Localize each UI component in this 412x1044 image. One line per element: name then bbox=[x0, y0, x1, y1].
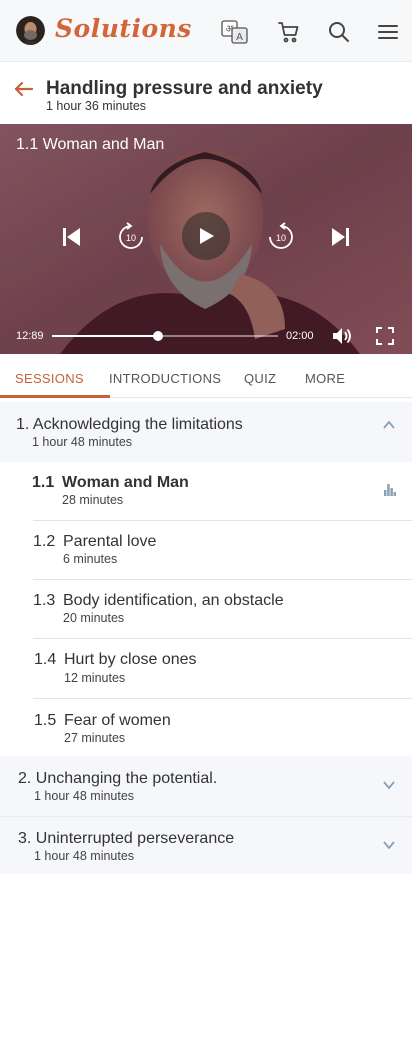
fullscreen-icon bbox=[376, 327, 394, 345]
rewind-seconds-label: 10 bbox=[126, 233, 136, 243]
play-icon bbox=[200, 228, 214, 244]
content-tabs: SESSIONS INTRODUCTIONS QUIZ MORE bbox=[0, 354, 412, 398]
session-title: Body identification, an obstacle bbox=[63, 592, 284, 609]
app-header: Solutions अ A bbox=[0, 0, 412, 62]
fullscreen-button[interactable] bbox=[374, 325, 396, 347]
skip-next-icon bbox=[332, 228, 349, 246]
chapter-duration: 1 hour 48 minutes bbox=[34, 849, 135, 863]
session-number: 1.5 bbox=[34, 712, 57, 729]
rewind-icon: 10 bbox=[119, 222, 143, 249]
chevron-down-icon[interactable] bbox=[382, 778, 396, 792]
session-duration: 6 minutes bbox=[63, 552, 118, 566]
forward-10-button[interactable]: 10 bbox=[266, 222, 296, 252]
course-header: Handling pressure and anxiety 1 hour 36 … bbox=[0, 62, 412, 124]
forward-seconds-label: 10 bbox=[276, 233, 286, 243]
chapter-duration: 1 hour 48 minutes bbox=[32, 435, 133, 449]
previous-track-button[interactable] bbox=[58, 224, 84, 250]
session-number: 1.4 bbox=[34, 651, 57, 668]
session-number: 1.1 bbox=[32, 474, 55, 491]
seek-bar-progress bbox=[52, 335, 159, 337]
search-icon[interactable] bbox=[325, 18, 353, 46]
remaining-time: 02:00 bbox=[286, 330, 314, 342]
chapter-title: 1. Acknowledging the limitations bbox=[16, 416, 243, 433]
chevron-down-icon[interactable] bbox=[382, 838, 396, 852]
chapter-title: 2. Unchanging the potential. bbox=[18, 770, 218, 787]
session-row[interactable]: 1.1 Woman and Man 28 minutes bbox=[0, 462, 412, 521]
session-duration: 27 minutes bbox=[64, 731, 126, 745]
play-button[interactable] bbox=[182, 212, 230, 260]
brand-logo[interactable]: Solutions bbox=[55, 14, 192, 43]
tab-quiz[interactable]: QUIZ bbox=[244, 354, 276, 398]
chevron-up-icon[interactable] bbox=[382, 418, 396, 432]
chapter-1-header[interactable]: 1. Acknowledging the limitations 1 hour … bbox=[0, 402, 412, 462]
chapter-duration: 1 hour 48 minutes bbox=[34, 789, 135, 803]
translate-icon[interactable]: अ A bbox=[221, 18, 249, 46]
tab-sessions[interactable]: SESSIONS bbox=[15, 354, 84, 398]
session-title: Hurt by close ones bbox=[64, 651, 197, 668]
menu-icon[interactable] bbox=[374, 18, 402, 46]
next-track-button[interactable] bbox=[328, 224, 354, 250]
session-row[interactable]: 1.5 Fear of women 27 minutes bbox=[0, 699, 412, 756]
current-time: 12:89 bbox=[16, 330, 44, 342]
tab-more[interactable]: MORE bbox=[305, 354, 345, 398]
session-duration: 28 minutes bbox=[62, 493, 124, 507]
svg-text:A: A bbox=[236, 32, 243, 43]
volume-icon bbox=[333, 328, 351, 344]
session-number: 1.2 bbox=[33, 533, 56, 550]
volume-button[interactable] bbox=[330, 324, 354, 348]
session-row[interactable]: 1.2 Parental love 6 minutes bbox=[0, 521, 412, 580]
seek-bar[interactable] bbox=[52, 331, 278, 341]
skip-previous-icon bbox=[63, 228, 80, 246]
chapter-title: 3. Uninterrupted perseverance bbox=[18, 830, 235, 847]
now-playing-bars-icon bbox=[384, 484, 396, 496]
session-title: Parental love bbox=[63, 533, 157, 550]
back-arrow-icon[interactable] bbox=[12, 77, 36, 101]
session-title: Woman and Man bbox=[62, 474, 189, 491]
chapter-2-header[interactable]: 2. Unchanging the potential. 1 hour 48 m… bbox=[0, 756, 412, 816]
session-duration: 12 minutes bbox=[64, 671, 126, 685]
forward-icon: 10 bbox=[269, 222, 293, 249]
session-duration: 20 minutes bbox=[63, 611, 125, 625]
session-title: Fear of women bbox=[64, 712, 171, 729]
session-number: 1.3 bbox=[33, 592, 56, 609]
cart-icon[interactable] bbox=[275, 18, 303, 46]
tab-introductions[interactable]: INTRODUCTIONS bbox=[109, 354, 221, 398]
rewind-10-button[interactable]: 10 bbox=[116, 222, 146, 252]
profile-avatar[interactable] bbox=[16, 16, 45, 45]
now-playing-title: 1.1 Woman and Man bbox=[16, 136, 165, 153]
video-player[interactable]: 1.1 Woman and Man 10 10 12:89 02:00 bbox=[0, 124, 412, 354]
course-title: Handling pressure and anxiety bbox=[46, 78, 323, 99]
active-tab-indicator bbox=[0, 395, 110, 398]
chapter-3-header[interactable]: 3. Uninterrupted perseverance 1 hour 48 … bbox=[0, 817, 412, 874]
session-row[interactable]: 1.4 Hurt by close ones 12 minutes bbox=[0, 639, 412, 699]
course-duration: 1 hour 36 minutes bbox=[46, 99, 147, 113]
session-row[interactable]: 1.3 Body identification, an obstacle 20 … bbox=[0, 580, 412, 639]
